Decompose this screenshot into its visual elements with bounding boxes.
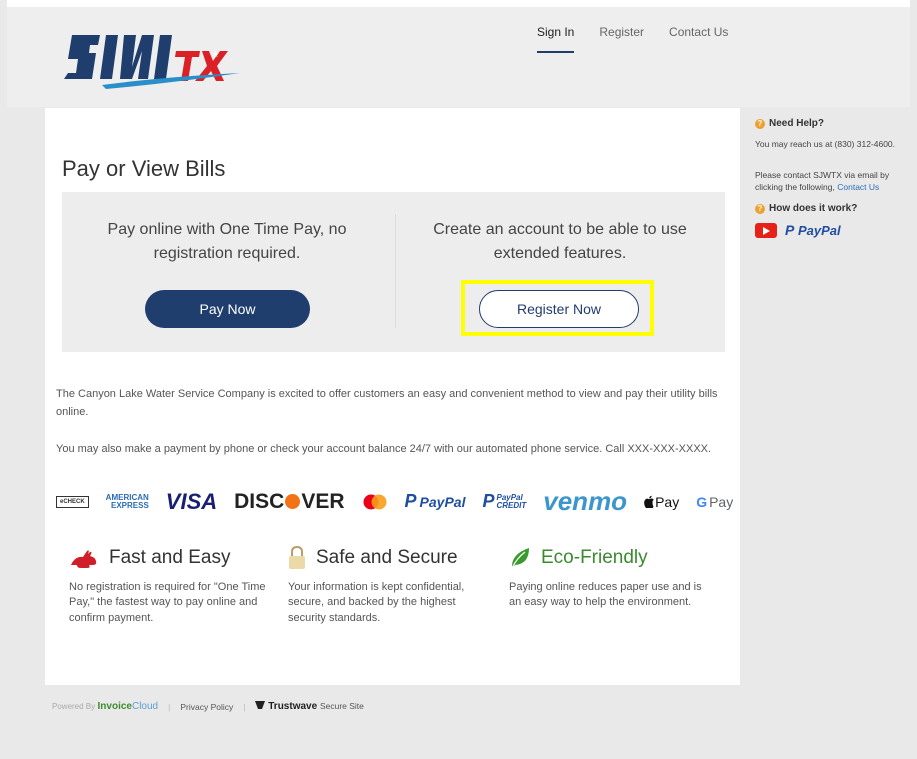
powered-by-text: Powered By <box>52 702 96 711</box>
nav-register[interactable]: Register <box>599 25 644 53</box>
page-title: Pay or View Bills <box>62 156 226 181</box>
secure-site-text: Secure Site <box>319 701 364 711</box>
help-sidebar: ? Need Help? You may reach us at (830) 3… <box>755 118 915 238</box>
phone-info: You may reach us at (830) 312-4600. <box>755 139 896 149</box>
feature-eco-friendly-head: Eco-Friendly <box>509 542 709 574</box>
feature-eco-friendly-text: Paying online reduces paper use and is a… <box>509 581 702 609</box>
rabbit-icon <box>71 550 97 568</box>
apple-pay-icon: Pay <box>644 494 679 510</box>
trustwave-badge[interactable]: Trustwave Secure Site <box>255 701 364 712</box>
nav-contact-us[interactable]: Contact Us <box>669 25 728 53</box>
feature-eco-friendly-title: Eco-Friendly <box>541 547 648 568</box>
mastercard-icon <box>362 494 388 510</box>
paypal-video-label: PayPal <box>797 223 841 239</box>
main-panel: Pay or View Bills Pay online with One Ti… <box>45 108 740 685</box>
sjwtx-logo[interactable]: ★ <box>62 29 242 91</box>
feature-fast-easy: Fast and Easy No registration is require… <box>69 542 269 626</box>
privacy-policy-link[interactable]: Privacy Policy <box>180 702 233 712</box>
register-now-button[interactable]: Register Now <box>479 290 639 328</box>
discover-icon: DISC VER <box>234 490 344 514</box>
venmo-icon: venmo <box>543 486 628 516</box>
cta-divider <box>395 214 396 328</box>
contact-us-link[interactable]: Contact Us <box>837 182 879 192</box>
amex-line2: EXPRESS <box>110 500 149 510</box>
discover-a: DISC <box>234 489 285 513</box>
paypal-credit-stack: PayPal CREDIT <box>496 493 527 510</box>
trustwave-icon <box>255 701 266 709</box>
payment-methods: eCHECK AMERICAN EXPRESS VISA DISC VER P … <box>56 486 733 517</box>
top-strip <box>7 0 910 7</box>
apple-logo-icon <box>644 495 654 508</box>
cta-box: Pay online with One Time Pay, no registr… <box>62 192 725 352</box>
echeck-icon: eCHECK <box>56 495 89 508</box>
visa-icon: VISA <box>165 488 218 514</box>
need-help-label: Need Help? <box>769 118 825 129</box>
feature-fast-easy-text: No registration is required for "One Tim… <box>69 581 266 624</box>
youtube-icon[interactable] <box>755 222 777 238</box>
paypal-credit-icon: P PayPal CREDIT <box>482 491 526 512</box>
need-help-heading: ? Need Help? <box>755 118 915 129</box>
footer-separator: | <box>243 701 246 712</box>
lock-icon <box>289 546 305 569</box>
discover-dot <box>285 494 301 509</box>
feature-safe-secure-head: Safe and Secure <box>288 542 488 574</box>
header: ★ Sign In Register Contact Us <box>7 7 910 107</box>
invoicecloud-wordmark: InvoiceCloud <box>98 701 159 712</box>
page: ★ Sign In Register Contact Us Pay or Vie… <box>0 0 917 759</box>
nav-sign-in[interactable]: Sign In <box>537 25 575 53</box>
how-it-works-heading: ? How does it work? <box>755 203 915 214</box>
paypal-icon: P PayPal <box>405 491 466 512</box>
google-g-glyph: G <box>696 493 708 510</box>
intro-paragraph: The Canyon Lake Water Service Company is… <box>56 388 718 418</box>
apple-pay-label: Pay <box>655 493 680 510</box>
feature-safe-secure-text: Your information is kept confidential, s… <box>288 581 465 624</box>
email-info: Please contact SJWTX via email by clicki… <box>755 170 915 193</box>
paypal-label: PayPal <box>419 493 466 510</box>
invoice-word: Invoice <box>97 701 132 712</box>
feature-safe-secure: Safe and Secure Your information is kept… <box>288 542 488 626</box>
paypal-video-link[interactable]: P PayPal <box>785 222 841 238</box>
video-links: P PayPal <box>755 222 915 238</box>
paypal-credit-line2: CREDIT <box>496 500 527 510</box>
phone-paragraph: You may also make a payment by phone or … <box>56 443 712 455</box>
feature-eco-friendly: Eco-Friendly Paying online reduces paper… <box>509 542 709 611</box>
feature-fast-easy-title: Fast and Easy <box>109 547 231 568</box>
svg-text:★: ★ <box>212 50 219 59</box>
leaf-icon <box>511 548 529 569</box>
footer-separator: | <box>168 701 171 712</box>
google-pay-icon: G Pay <box>696 494 733 510</box>
paypal-credit-p-glyph: P <box>482 491 495 511</box>
feature-fast-easy-head: Fast and Easy <box>69 542 269 574</box>
paypal-p-glyph: P <box>404 491 417 511</box>
feature-safe-secure-title: Safe and Secure <box>316 547 458 568</box>
discover-b: VER <box>301 489 345 513</box>
cloud-word: Cloud <box>131 701 159 712</box>
register-text: Create an account to be able to use exte… <box>433 221 687 262</box>
question-icon: ? <box>755 118 765 129</box>
paypal-p-glyph: P <box>785 222 795 239</box>
one-time-pay-text: Pay online with One Time Pay, no registr… <box>107 221 347 262</box>
american-express-icon: AMERICAN EXPRESS <box>106 494 149 509</box>
footer: Powered By InvoiceCloud | Privacy Policy… <box>52 701 364 712</box>
invoicecloud-logo[interactable]: Powered By InvoiceCloud <box>52 701 158 712</box>
google-pay-label: Pay <box>709 493 734 510</box>
pay-now-button[interactable]: Pay Now <box>145 290 310 328</box>
trustwave-logo: Trustwave <box>255 701 319 712</box>
top-nav: Sign In Register Contact Us <box>537 25 753 53</box>
question-icon: ? <box>755 203 765 214</box>
trustwave-word: Trustwave <box>268 701 318 712</box>
how-it-works-label: How does it work? <box>769 203 858 215</box>
